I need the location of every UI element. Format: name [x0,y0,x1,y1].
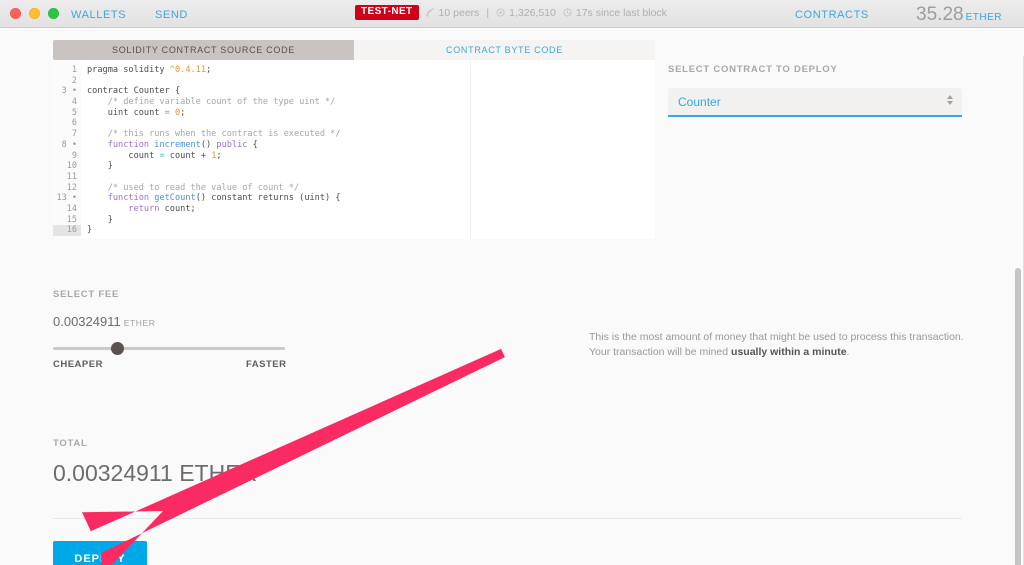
network-status-bar: TEST-NET 10 peers | 1,326,510 17s since … [355,5,667,20]
selected-contract-value: Counter [678,95,721,109]
close-window-button[interactable] [10,8,21,19]
editor-code-line: return count; [128,203,196,214]
editor-code-line: } [87,225,93,236]
editor-line-number: 3 • [61,86,77,97]
editor-code-line: /* used to read the value of count */ [87,182,300,193]
editor-code-line: contract Counter { [87,86,181,97]
signal-icon [425,8,434,17]
balance-unit: ETHER [965,12,1002,23]
fee-description-bold: usually within a minute [731,346,847,358]
fee-slider-track[interactable] [53,347,285,350]
window-traffic-lights [10,8,59,19]
select-contract-dropdown[interactable]: Counter [668,88,962,117]
fee-slider-max-label: FASTER [246,359,287,370]
solidity-code-editor[interactable]: 123 • 4 5 6 7 8 • 9 10 11 12 13 • 14 15 16 pragma sol… [53,60,655,239]
total-label: TOTAL [53,438,88,449]
editor-line-number: 14 [66,203,77,214]
editor-code-line: } [87,161,113,172]
nav-link-wallets[interactable]: WALLETS [71,9,126,21]
editor-code-line: uint count = 0; [87,107,186,118]
editor-line-number: 2 [71,75,77,86]
editor-line-number: 15 [66,214,77,225]
editor-code-line [87,172,655,183]
balance-amount: 35.28 [916,4,964,25]
status-separator: | [486,6,490,19]
window-titlebar: WALLETS SEND CONTRACTS TEST-NET 10 peers… [0,0,1024,28]
fee-slider[interactable] [53,342,285,356]
editor-code-line: } [87,214,113,225]
editor-code-line: function increment() public { [107,139,258,150]
last-block-label: 17s since last block [575,6,667,19]
app-window: WALLETS SEND CONTRACTS TEST-NET 10 peers… [0,0,1024,565]
fee-description-part2: . [846,346,850,358]
fee-amount-unit: ETHER [123,318,156,328]
peers-count-label: 10 peers [438,6,480,19]
editor-code-line [87,76,655,87]
editor-line-number: 4 [71,97,77,108]
chevron-updown-icon [947,95,953,105]
fee-description: This is the most amount of money that mi… [589,330,964,360]
select-fee-label: SELECT FEE [53,289,120,300]
editor-code-line: /* this runs when the contract is execut… [87,129,341,140]
block-number-label: 1,326,510 [509,6,556,19]
editor-tabs: SOLIDITY CONTRACT SOURCE CODE CONTRACT B… [53,40,655,60]
editor-line-number: 11 [66,171,77,182]
deploy-button[interactable]: DEPLOY [53,541,147,565]
block-icon [496,8,505,17]
fee-amount-value: 0.00324911 [53,314,121,329]
editor-line-number: 7 [71,129,77,140]
block-indicator: 1,326,510 [496,7,556,19]
editor-code-line: count = count + 1; [87,150,222,161]
editor-line-number: 8 • [61,139,77,150]
editor-line-number: 10 [66,161,77,172]
editor-line-number: 16 [53,225,81,236]
fee-slider-thumb[interactable] [111,342,125,355]
account-balance: 35.28 ETHER [916,4,1002,26]
minimize-window-button[interactable] [29,8,40,19]
editor-code-line: pragma solidity ^0.4.11; [87,65,212,75]
editor-code-line: function getCount() constant returns (ui… [107,193,341,204]
editor-line-number: 9 [71,150,77,161]
page-scrollbar-thumb[interactable] [1015,268,1021,565]
editor-line-numbers: 123 • 4 5 6 7 8 • 9 10 11 12 13 • 14 15 16 [53,60,81,239]
last-block-indicator: 17s since last block [563,7,667,19]
maximize-window-button[interactable] [48,8,59,19]
clock-icon [563,8,572,17]
editor-code-line: /* define variable count of the type uin… [87,97,336,108]
editor-code-line [87,118,655,129]
page-content: SOLIDITY CONTRACT SOURCE CODE CONTRACT B… [0,28,1024,565]
select-contract-label: SELECT CONTRACT TO DEPLOY [668,64,838,75]
tab-contract-bytecode[interactable]: CONTRACT BYTE CODE [354,40,655,60]
status-badge-network: TEST-NET [355,5,419,20]
fee-slider-min-label: CHEAPER [53,359,103,370]
fee-amount: 0.00324911 ETHER [53,314,156,329]
page-scrollbar[interactable] [1015,268,1021,565]
editor-line-number: 1 [71,65,77,75]
editor-panel-divider [470,60,471,239]
editor-code-area[interactable]: pragma solidity ^0.4.11; contract Counte… [81,60,655,239]
editor-line-number: 13 • [56,193,77,204]
tab-solidity-source[interactable]: SOLIDITY CONTRACT SOURCE CODE [53,40,354,60]
editor-line-number: 6 [71,118,77,129]
editor-line-number: 12 [66,182,77,193]
total-value: 0.00324911 ETHER [53,460,258,486]
nav-link-contracts[interactable]: CONTRACTS [795,9,869,21]
peers-indicator: 10 peers [425,6,480,19]
nav-link-send[interactable]: SEND [155,9,188,21]
editor-line-number: 5 [71,107,77,118]
section-divider [53,518,962,519]
